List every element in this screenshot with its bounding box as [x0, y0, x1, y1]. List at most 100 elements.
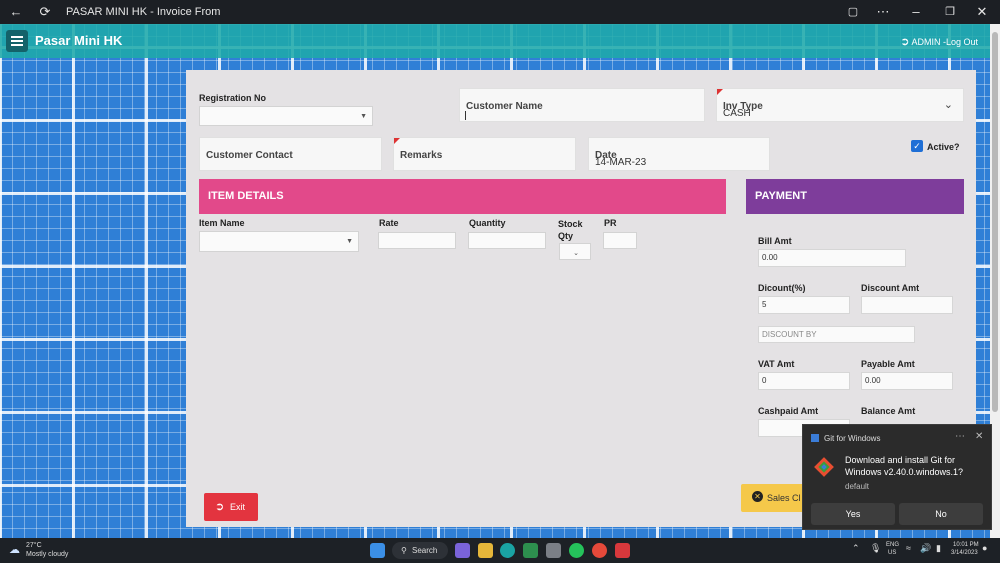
discount-pct-label: Dicount(%): [758, 283, 806, 293]
notification-no-button[interactable]: No: [899, 503, 983, 525]
chrome-icon[interactable]: [592, 543, 607, 558]
exit-button[interactable]: ➲ Exit: [204, 493, 258, 521]
payable-amt-label: Payable Amt: [861, 359, 915, 369]
notification-app-name: Git for Windows: [824, 434, 881, 443]
search-label: Search: [412, 546, 438, 555]
discount-amt-label: Discount Amt: [861, 283, 920, 293]
chevron-down-icon: ▼: [360, 113, 367, 120]
git-logo-icon: [813, 456, 835, 478]
more-options-icon[interactable]: ⋯: [955, 431, 965, 442]
snap-layout-icon[interactable]: ▢: [845, 0, 861, 24]
whatsapp-icon[interactable]: [569, 543, 584, 558]
vat-amt-label: VAT Amt: [758, 359, 795, 369]
close-window-icon[interactable]: ✕: [974, 0, 990, 24]
notification-yes-button[interactable]: Yes: [811, 503, 895, 525]
notifications-icon[interactable]: ●: [982, 543, 987, 553]
customer-name-label: Customer Name: [466, 101, 543, 112]
user-label: ADMIN -Log Out: [911, 37, 978, 47]
item-name-select[interactable]: ▼: [199, 231, 359, 252]
customer-contact-label: Customer Contact: [206, 150, 293, 161]
pr-input[interactable]: [603, 232, 637, 249]
window-titlebar: ← ⟳ PASAR MINI HK - Invoice From ▢ ⋯ – ❐…: [0, 0, 1000, 24]
discount-pct-input[interactable]: 5: [758, 296, 850, 314]
customer-name-field[interactable]: Customer Name: [459, 88, 705, 122]
payment-title: PAYMENT: [755, 190, 807, 202]
item-details-title: ITEM DETAILS: [208, 190, 284, 202]
remarks-field[interactable]: Remarks: [393, 137, 576, 171]
payment-header: PAYMENT: [746, 179, 964, 214]
item-details-header: ITEM DETAILS: [199, 179, 726, 214]
microphone-icon[interactable]: 🎙: [870, 543, 881, 554]
notepad-icon[interactable]: [523, 543, 538, 558]
chevron-down-icon: ⌄: [943, 99, 953, 111]
clock-time[interactable]: 10:01 PM: [953, 542, 979, 548]
volume-icon[interactable]: 🔊: [920, 543, 931, 554]
back-arrow-icon[interactable]: ←: [8, 0, 24, 24]
scrollbar-thumb[interactable]: [992, 32, 998, 412]
rate-label: Rate: [379, 218, 399, 228]
inv-type-select[interactable]: Inv Type CASH ⌄: [716, 88, 964, 122]
payable-amt-input[interactable]: 0.00: [861, 372, 953, 390]
active-checkbox[interactable]: ✓: [911, 140, 923, 152]
more-options-icon[interactable]: ⋯: [875, 0, 891, 24]
quantity-label: Quantity: [469, 218, 506, 228]
hamburger-menu-icon[interactable]: [6, 30, 28, 52]
exit-label: Exit: [230, 502, 246, 512]
bill-amt-input[interactable]: 0.00: [758, 249, 906, 267]
stock-qty-label: Stock Qty: [558, 219, 583, 241]
required-marker: [717, 89, 723, 95]
chevron-up-icon[interactable]: ⌃: [852, 543, 860, 554]
search-icon: ⚲: [401, 546, 407, 555]
bill-amt-label: Bill Amt: [758, 236, 792, 246]
window-title: PASAR MINI HK - Invoice From: [66, 6, 221, 18]
app-header: Pasar Mini HK ➲ ADMIN -Log Out: [0, 24, 990, 58]
app-icon[interactable]: [546, 543, 561, 558]
active-label: Active?: [927, 142, 960, 152]
weather-temp: 27°C: [26, 542, 42, 549]
chevron-down-icon: ⌄: [573, 250, 579, 257]
close-icon[interactable]: ✕: [975, 431, 983, 442]
date-field[interactable]: Date 14-MAR-23: [588, 137, 770, 171]
language-primary[interactable]: ENG: [886, 542, 899, 548]
file-explorer-icon[interactable]: [478, 543, 493, 558]
date-value: 14-MAR-23: [595, 157, 647, 168]
taskbar: ☁ 27°C Mostly cloudy ⚲ Search ⌃ 🎙 ENG US…: [0, 538, 1000, 563]
balance-label: Balance Amt: [861, 406, 916, 416]
vat-amt-input[interactable]: 0: [758, 372, 850, 390]
taskbar-search[interactable]: ⚲ Search: [392, 542, 448, 559]
start-windows-icon[interactable]: [370, 543, 385, 558]
quantity-input[interactable]: [468, 232, 546, 249]
remarks-label: Remarks: [400, 150, 443, 161]
git-notification[interactable]: Git for Windows ⋯ ✕ Download and install…: [802, 424, 992, 530]
cancel-icon: ✕: [752, 491, 763, 502]
wifi-icon[interactable]: ≈: [906, 543, 911, 553]
logout-link[interactable]: ➲ ADMIN -Log Out: [900, 35, 978, 48]
teams-icon[interactable]: [455, 543, 470, 558]
exit-icon: ➲: [215, 501, 225, 513]
edge-icon[interactable]: [500, 543, 515, 558]
notification-subtext: default: [845, 482, 870, 491]
minimize-icon[interactable]: –: [908, 0, 924, 24]
registration-select[interactable]: ▼: [199, 106, 373, 126]
stock-qty-select[interactable]: ⌄: [559, 243, 591, 260]
required-marker: [394, 138, 400, 144]
sales-label: Sales Cl: [767, 493, 801, 503]
item-name-label: Item Name: [199, 218, 245, 228]
discount-by-input[interactable]: DISCOUNT BY: [758, 326, 915, 343]
weather-icon[interactable]: ☁: [9, 543, 20, 556]
recorder-icon[interactable]: [615, 543, 630, 558]
logout-icon: ➲: [900, 36, 910, 48]
weather-desc: Mostly cloudy: [26, 551, 69, 558]
refresh-icon[interactable]: ⟳: [36, 0, 54, 24]
clock-date: 3/14/2023: [951, 550, 978, 556]
rate-input[interactable]: [378, 232, 456, 249]
chevron-down-icon: ▼: [346, 238, 353, 245]
text-cursor: [465, 111, 466, 120]
maximize-icon[interactable]: ❐: [942, 0, 958, 24]
battery-icon[interactable]: ▮: [936, 543, 941, 554]
cashpaid-label: Cashpaid Amt: [758, 406, 819, 416]
customer-contact-field[interactable]: Customer Contact: [199, 137, 382, 171]
discount-amt-input[interactable]: [861, 296, 953, 314]
inv-type-value: CASH: [723, 108, 751, 119]
git-app-icon: [811, 434, 819, 442]
